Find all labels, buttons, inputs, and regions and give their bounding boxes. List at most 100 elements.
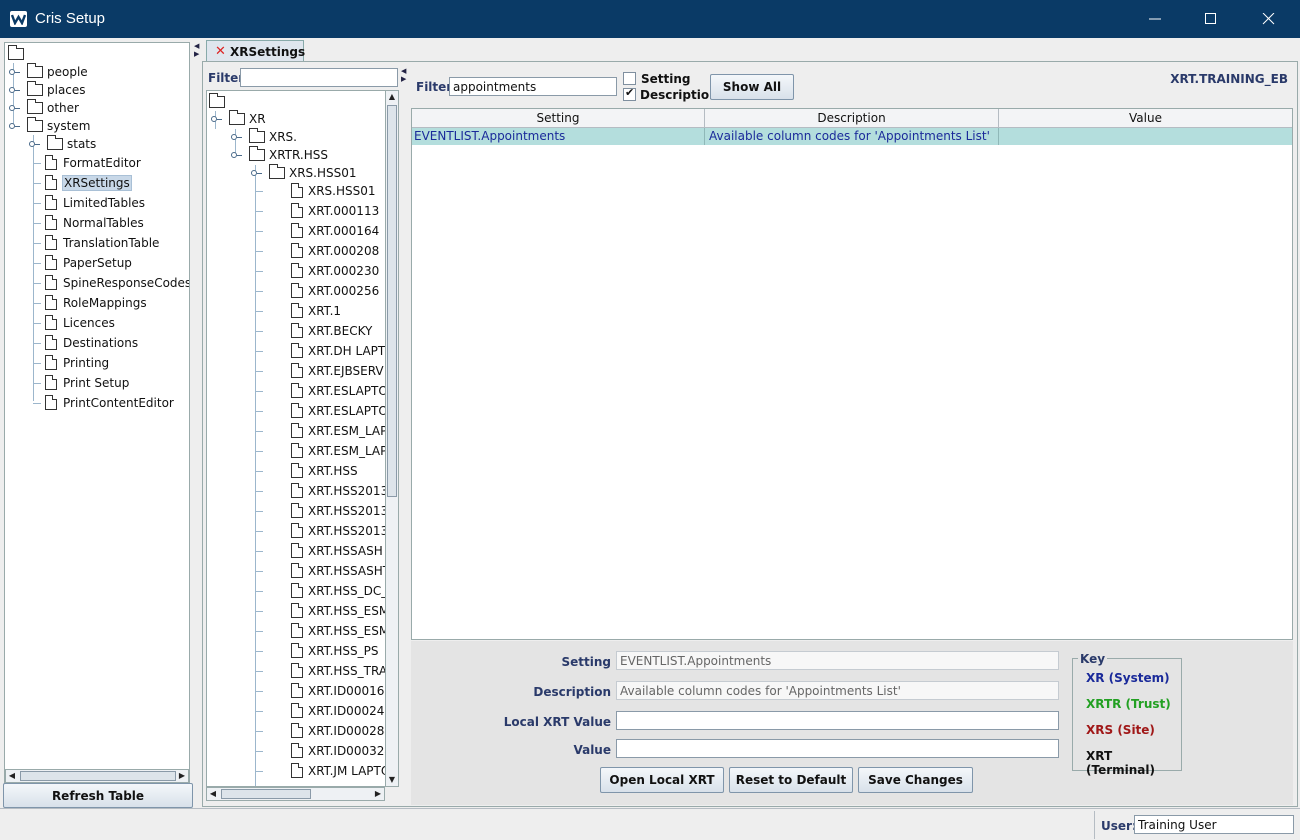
tree-node[interactable]: XRT.000164 <box>251 222 385 240</box>
tree-node[interactable]: XRT.HSS2013 <box>251 482 385 500</box>
folder-icon <box>229 110 245 125</box>
scroll-thumb[interactable] <box>387 105 397 497</box>
tree-item-printing[interactable]: Printing <box>29 354 189 372</box>
tree-item-system[interactable]: system <box>9 117 189 135</box>
tree-node[interactable]: XRT.EJBSERV <box>251 362 385 380</box>
tree-node[interactable]: XR <box>211 110 385 128</box>
tree-item-papersetup[interactable]: PaperSetup <box>29 254 189 272</box>
splitter-arrows-icon[interactable]: ◀ ▶ <box>194 42 199 58</box>
column-header-value[interactable]: Value <box>999 109 1292 128</box>
navigation-tree[interactable]: people places other system stats FormatE… <box>4 42 190 803</box>
tree-node[interactable]: XRT.BECKY <box>251 322 385 340</box>
tree-node[interactable]: XRT.JM LAPTO <box>251 762 385 780</box>
save-changes-button[interactable]: Save Changes <box>858 767 973 793</box>
tree-node[interactable]: XRS.HSS01 <box>251 182 385 200</box>
tree-node[interactable]: XRTR.HSS <box>231 146 385 164</box>
tab-xrsettings[interactable]: ✕ XRSettings <box>206 40 305 62</box>
close-window-button[interactable] <box>1240 0 1298 38</box>
settings-tree-hscrollbar[interactable]: ◀ ▶ <box>206 787 385 801</box>
column-header-setting[interactable]: Setting <box>412 109 705 128</box>
setting-checkbox[interactable] <box>623 72 636 85</box>
settings-filter-input[interactable] <box>449 77 617 96</box>
file-icon <box>45 395 57 410</box>
scroll-left-arrow-icon[interactable]: ◀ <box>6 770 18 782</box>
tree-node[interactable]: XRT.HSSASHT <box>251 562 385 580</box>
scroll-right-arrow-icon[interactable]: ▶ <box>372 788 384 800</box>
tree-item-limitedtables[interactable]: LimitedTables <box>29 194 189 212</box>
scroll-right-arrow-icon[interactable]: ▶ <box>176 770 188 782</box>
tree-node[interactable]: XRT.ESM_LAP <box>251 442 385 460</box>
tree-item-spineresponsecodes[interactable]: SpineResponseCodes <box>29 274 189 292</box>
left-tree-hscrollbar[interactable]: ◀ ▶ <box>5 769 189 783</box>
file-icon <box>291 423 303 438</box>
column-header-description[interactable]: Description <box>705 109 999 128</box>
tree-node[interactable]: XRT.HSS_ESM <box>251 602 385 620</box>
tree-node[interactable]: XRT.1 <box>251 302 385 320</box>
local-xrt-value-field[interactable] <box>616 711 1059 730</box>
open-local-xrt-button[interactable]: Open Local XRT <box>600 767 724 793</box>
tree-item-rolemappings[interactable]: RoleMappings <box>29 294 189 312</box>
tree-node[interactable]: XRT.HSS2013 <box>251 502 385 520</box>
tree-node[interactable]: XRT.000208 <box>251 242 385 260</box>
scroll-down-arrow-icon[interactable]: ▼ <box>386 774 398 786</box>
tree-item-destinations[interactable]: Destinations <box>29 334 189 352</box>
tree-node[interactable]: XRT.HSSASH <box>251 542 385 560</box>
tree-item-places[interactable]: places <box>9 81 189 99</box>
settings-tree-vscrollbar[interactable]: ▲ ▼ <box>385 90 399 787</box>
tree-item-xrsettings[interactable]: XRSettings <box>29 174 189 192</box>
tree-item-printcontenteditor[interactable]: PrintContentEditor <box>29 394 189 412</box>
tree-node[interactable]: XRT.HSS_TRA <box>251 662 385 680</box>
show-all-button[interactable]: Show All <box>710 74 794 100</box>
key-item-xrs: XRS (Site) <box>1086 723 1155 737</box>
value-field[interactable] <box>616 739 1059 758</box>
tree-node[interactable]: XRT.HSS_DC_ <box>251 582 385 600</box>
scroll-thumb[interactable] <box>20 771 176 781</box>
tree-node[interactable]: XRT.ID000167 <box>251 682 385 700</box>
reset-to-default-button[interactable]: Reset to Default <box>729 767 853 793</box>
tree-item-stats[interactable]: stats <box>29 135 189 153</box>
user-field[interactable] <box>1134 815 1294 834</box>
file-icon <box>291 723 303 738</box>
maximize-button[interactable] <box>1182 0 1240 38</box>
tree-item-print-setup[interactable]: Print Setup <box>29 374 189 392</box>
tree-item-formateditor[interactable]: FormatEditor <box>29 154 189 172</box>
tree-node[interactable]: XRT.HSS2013 <box>251 522 385 540</box>
tree-node[interactable]: XRS. <box>231 128 385 146</box>
tree-node[interactable]: XRT.HSS_ESM <box>251 622 385 640</box>
tree-item-people[interactable]: people <box>9 63 189 81</box>
tree-node[interactable]: XRS.HSS01 <box>251 164 385 182</box>
file-icon <box>291 763 303 778</box>
tree-filter-label: Filter <box>208 71 245 85</box>
maximize-icon <box>1205 13 1216 24</box>
tree-node[interactable]: XRT.000256 <box>251 282 385 300</box>
tree-node[interactable]: XRT.ID000246 <box>251 702 385 720</box>
tree-filter-input[interactable] <box>240 68 398 87</box>
tree-item-licences[interactable]: Licences <box>29 314 189 332</box>
scroll-left-arrow-icon[interactable]: ◀ <box>207 788 219 800</box>
tree-node[interactable]: XRT.HSS_PS <box>251 642 385 660</box>
scroll-thumb[interactable] <box>221 789 311 799</box>
tree-node[interactable]: XRT.ESLAPTO <box>251 402 385 420</box>
tree-node[interactable]: XRT.HSS <box>251 462 385 480</box>
table-row[interactable]: EVENTLIST.Appointments Available column … <box>412 128 1292 145</box>
description-checkbox[interactable] <box>623 86 636 101</box>
scroll-up-arrow-icon[interactable]: ▲ <box>386 91 398 103</box>
tree-node[interactable]: XRT.ESLAPTO <box>251 382 385 400</box>
refresh-table-button[interactable]: Refresh Table <box>3 783 193 808</box>
tree-node[interactable]: XRT.DH LAPTO <box>251 342 385 360</box>
close-tab-icon[interactable]: ✕ <box>215 44 226 59</box>
file-icon <box>291 263 303 278</box>
minimize-button[interactable] <box>1126 0 1184 38</box>
tree-node[interactable]: XRT.ESM_LAP <box>251 422 385 440</box>
tree-node[interactable]: XRT.000230 <box>251 262 385 280</box>
tree-item-translationtable[interactable]: TranslationTable <box>29 234 189 252</box>
tree-node[interactable]: XRT.000113 <box>251 202 385 220</box>
settings-tree[interactable]: XR XRS. XRTR.HSS XRS.HSS01 XRS.HSS01 XRT.0001… <box>206 90 386 787</box>
tree-item-normaltables[interactable]: NormalTables <box>29 214 189 232</box>
tree-node[interactable]: XRT.ID000324 <box>251 742 385 760</box>
splitter-arrows-icon[interactable]: ◀ ▶ <box>401 67 406 83</box>
file-icon <box>45 195 57 210</box>
file-icon <box>291 663 303 678</box>
tree-item-other[interactable]: other <box>9 99 189 117</box>
tree-node[interactable]: XRT.ID000284 <box>251 722 385 740</box>
